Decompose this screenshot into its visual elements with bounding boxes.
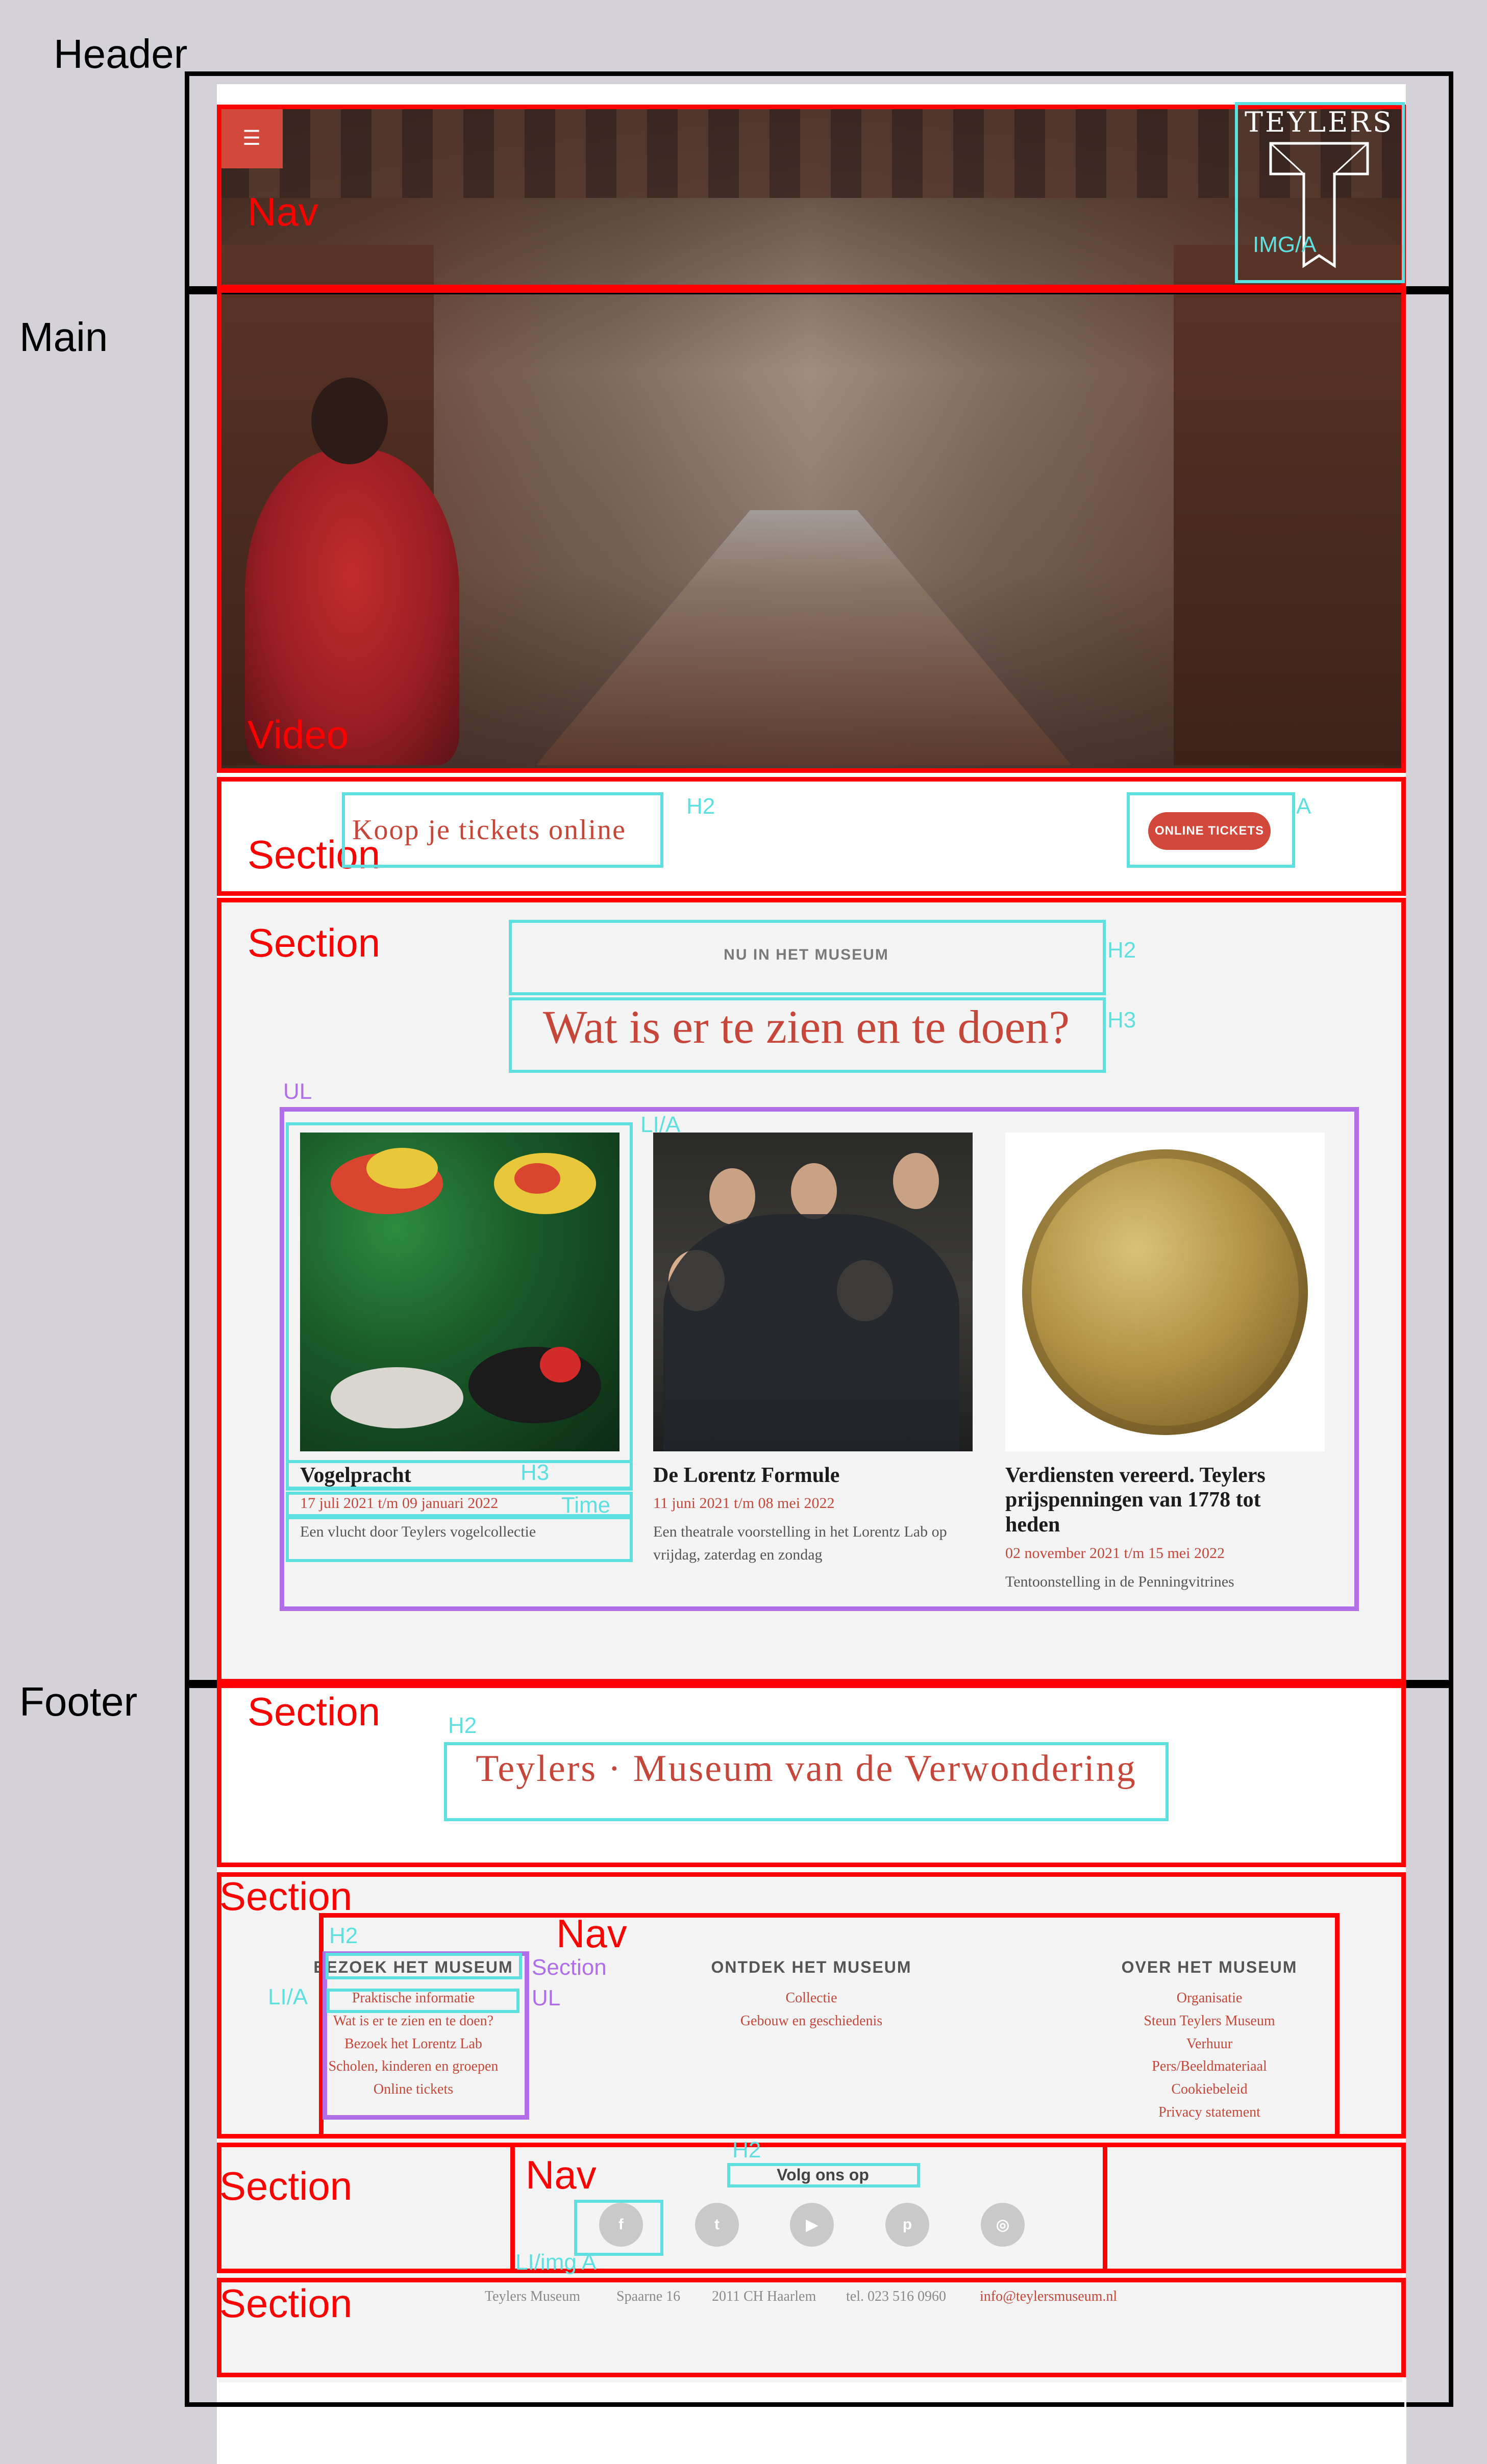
- section-label-purple: Section: [532, 1955, 607, 1980]
- contact-section-outline: [217, 2278, 1406, 2377]
- footer-col-title-outline: [326, 1953, 522, 1979]
- footer-label: Footer: [19, 1679, 138, 1724]
- ul-label-2: UL: [532, 1985, 561, 2010]
- video-label: Video: [247, 712, 349, 757]
- h2-label-1: H2: [686, 794, 715, 819]
- li-img-a-label: LI/img A: [515, 2250, 597, 2275]
- footer-link-outline: [327, 1989, 519, 2013]
- h2-label-5: H2: [732, 2138, 761, 2163]
- time-label: Time: [561, 1493, 611, 1518]
- section-label-3: Section: [247, 1689, 381, 1734]
- nav-label-3: Nav: [526, 2152, 597, 2197]
- social-item-outline: [574, 2200, 663, 2256]
- h2-label-4: H2: [329, 1923, 358, 1948]
- page-edge: [1404, 2377, 1406, 2464]
- a-label: A: [1296, 794, 1311, 819]
- kicker-outline: [509, 920, 1106, 995]
- card-title-outline: [286, 1460, 633, 1491]
- nav-label: Nav: [247, 189, 318, 234]
- header-label: Header: [54, 31, 188, 77]
- main-label: Main: [19, 314, 108, 360]
- video-outline: [217, 288, 1406, 773]
- follow-heading-outline: [727, 2163, 920, 2188]
- li-a-label-2: LI/A: [268, 1984, 308, 2009]
- h3-label: H3: [1107, 1008, 1136, 1033]
- img-a-label: IMG/A: [1253, 232, 1317, 257]
- tickets-button-outline: [1127, 792, 1295, 868]
- whatson-heading-outline: [509, 997, 1106, 1073]
- h2-label-2: H2: [1107, 938, 1136, 963]
- section-label-4: Section: [219, 1874, 353, 1919]
- h2-label-3: H2: [448, 1713, 477, 1738]
- ul-label: UL: [283, 1079, 312, 1104]
- h3-label-2: H3: [521, 1460, 550, 1485]
- section-label-2: Section: [247, 920, 381, 965]
- card-1-outline: [286, 1122, 633, 1490]
- nav-label-2: Nav: [556, 1911, 627, 1956]
- section-label-5: Section: [219, 2164, 353, 2208]
- card-desc-outline: [286, 1516, 633, 1562]
- section-label-6: Section: [219, 2281, 353, 2326]
- tickets-heading-outline: [342, 792, 663, 868]
- nav-outline: [217, 105, 1406, 289]
- footer-title-outline: [444, 1742, 1169, 1821]
- li-a-label: LI/A: [640, 1112, 681, 1137]
